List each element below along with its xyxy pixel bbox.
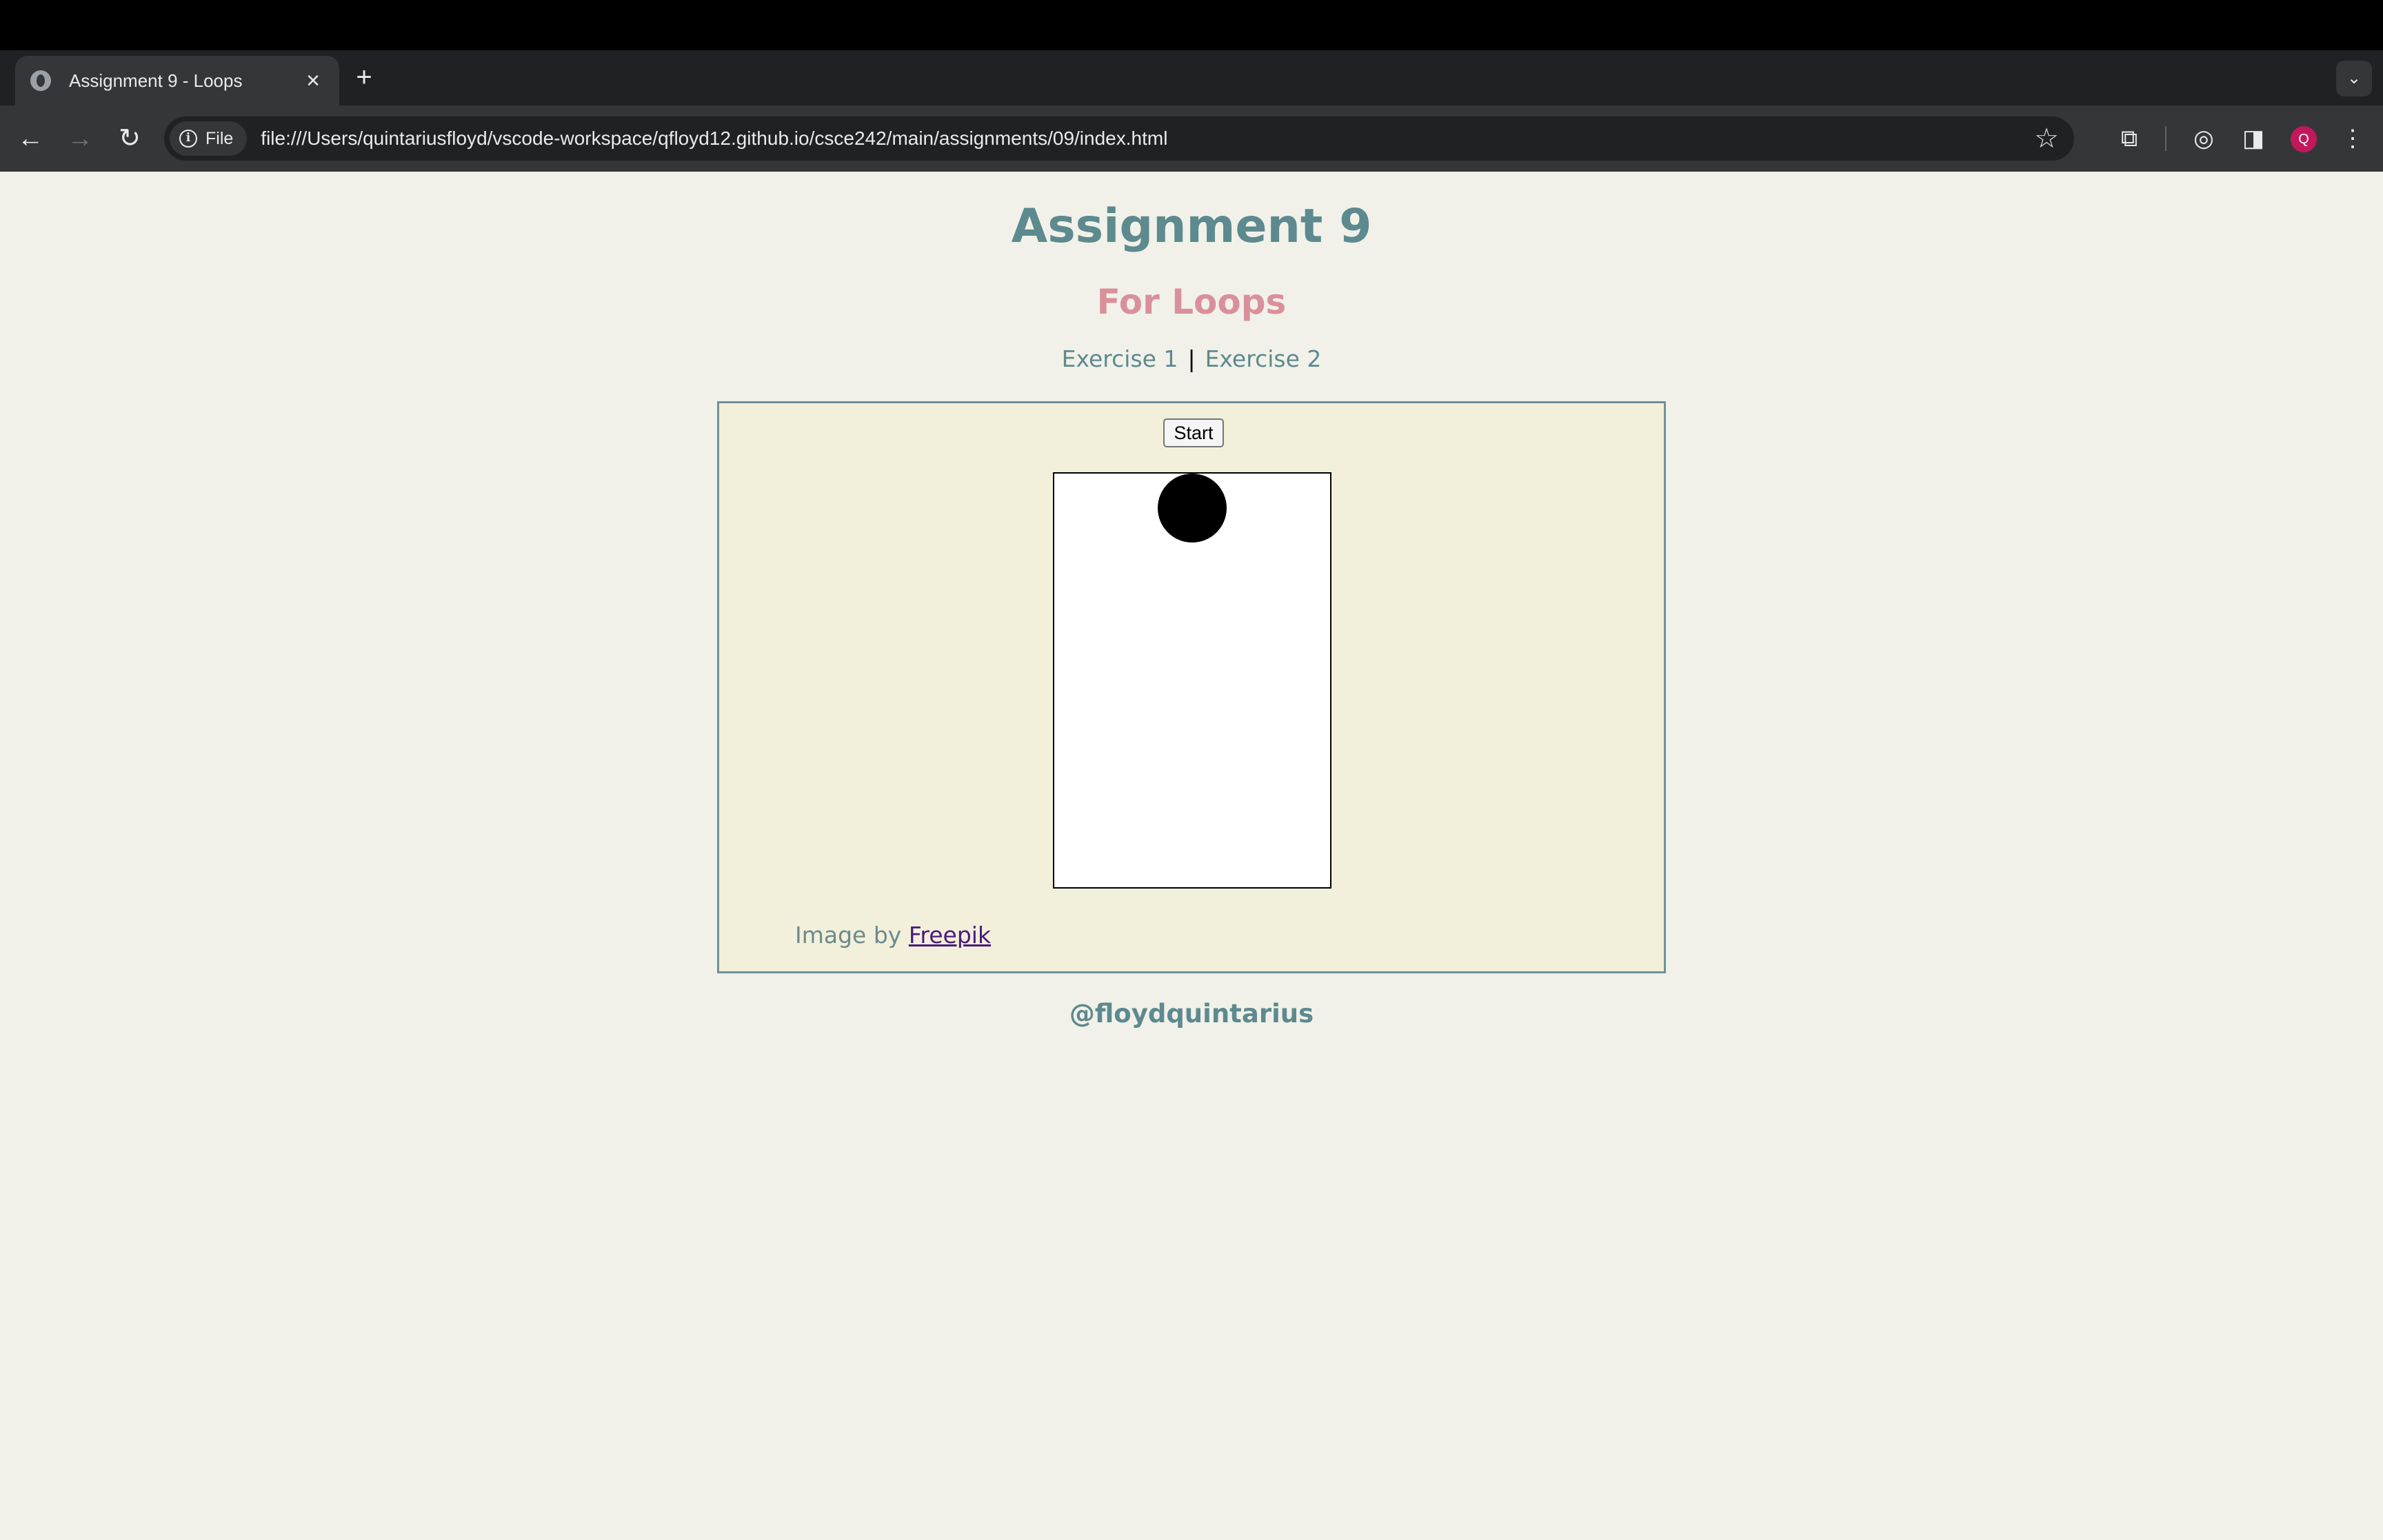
forward-button[interactable]: → (63, 122, 97, 155)
site-info-label: File (205, 128, 234, 148)
bookmark-star-icon[interactable]: ☆ (2034, 121, 2059, 156)
os-title-bar (0, 0, 2383, 50)
exercise-nav: Exercise 1 | Exercise 2 (0, 345, 2383, 372)
start-button[interactable]: Start (1163, 418, 1224, 447)
credit-prefix: Image by (795, 922, 902, 949)
tab-title: Assignment 9 - Loops (69, 70, 243, 91)
site-info-chip[interactable]: i File (170, 121, 248, 156)
reload-button[interactable]: ↻ (113, 122, 146, 155)
profile-avatar[interactable]: Q (2291, 126, 2317, 152)
address-bar[interactable]: i File file:///Users/quintariusfloyd/vsc… (164, 116, 2074, 161)
ball (1158, 474, 1227, 543)
toolbar-divider (2165, 126, 2166, 151)
browser-toolbar: ← → ↻ i File file:///Users/quintariusflo… (0, 105, 2383, 172)
image-credit: Image by Freepik (795, 922, 991, 949)
exercise-panel: Start Image by Freepik (717, 401, 1666, 973)
freepik-link[interactable]: Freepik (909, 922, 991, 949)
animation-canvas (1053, 472, 1331, 889)
exercise-1-link[interactable]: Exercise 1 (1062, 345, 1178, 372)
info-icon: i (179, 130, 197, 148)
chevron-down-icon: ⌄ (2346, 69, 2362, 88)
exercise-2-link[interactable]: Exercise 2 (1205, 345, 1322, 372)
footer-handle: @floydquintarius (1069, 999, 1314, 1029)
tab-search-button[interactable]: ⌄ (2336, 61, 2372, 97)
menu-kebab-icon[interactable]: ⋮ (2336, 122, 2369, 155)
page-subtitle: For Loops (1096, 282, 1287, 322)
page-title: Assignment 9 (1011, 199, 1372, 254)
nav-separator: | (1187, 345, 1196, 372)
url-text[interactable]: file:///Users/quintariusfloyd/vscode-wor… (261, 128, 1167, 150)
side-panel-icon[interactable]: ◨ (2237, 122, 2270, 155)
page-content: Assignment 9 For Loops Exercise 1 | Exerci… (0, 172, 2383, 1540)
globe-icon (30, 70, 51, 91)
extensions-icon[interactable]: ⧉ (2113, 122, 2146, 155)
browser-tab[interactable]: Assignment 9 - Loops × (15, 56, 339, 105)
close-tab-icon[interactable]: × (299, 67, 327, 94)
performance-icon[interactable]: ◎ (2187, 122, 2220, 155)
new-tab-button[interactable]: + (350, 63, 378, 91)
back-button[interactable]: ← (14, 122, 47, 155)
